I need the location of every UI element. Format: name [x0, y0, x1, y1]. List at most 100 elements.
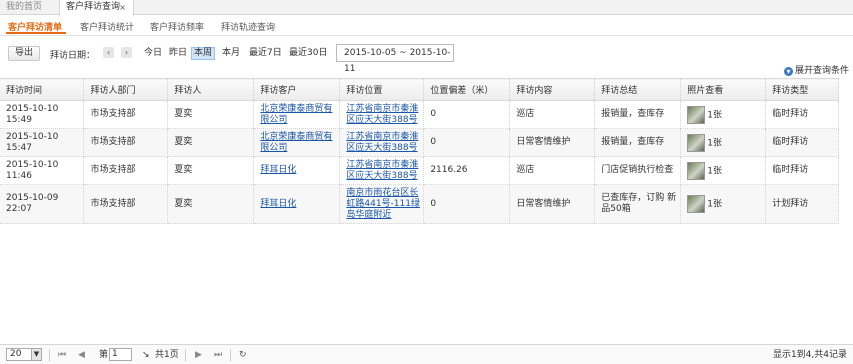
cell-photos[interactable]: 1张	[680, 184, 767, 224]
cell-dept: 市场支持部	[83, 100, 169, 129]
col-content[interactable]: 拜访内容	[509, 78, 596, 101]
last-page-icon[interactable]: ⏭	[214, 350, 222, 360]
cell-deviation: 0	[423, 128, 511, 157]
cell-summary: 报销量，查库存	[594, 100, 682, 129]
visit-table: 拜访时间 拜访人部门 拜访人 拜访客户 拜访位置 位置偏差（米） 拜访内容 拜访…	[0, 78, 839, 224]
col-deviation[interactable]: 位置偏差（米）	[423, 78, 511, 101]
customer-link[interactable]: 拜耳日化	[260, 199, 296, 209]
page-total: 共1页	[155, 350, 179, 360]
page-number-input[interactable]: 1	[109, 348, 132, 361]
col-type[interactable]: 拜访类型	[765, 78, 839, 101]
col-photos[interactable]: 照片查看	[680, 78, 767, 101]
subtab-track-query[interactable]: 拜访轨迹查询	[221, 20, 275, 33]
tab-label: 客户拜访查询	[66, 2, 121, 12]
quick-today[interactable]: 今日	[142, 47, 164, 60]
cell-summary: 已查库存，订购 新品50箱	[594, 184, 682, 224]
cell-customer: 北京荣康泰商贸有 限公司	[253, 100, 341, 129]
subtab-visit-frequency[interactable]: 客户拜访频率	[150, 20, 204, 33]
col-dept[interactable]: 拜访人部门	[83, 78, 169, 101]
chevron-down-icon[interactable]: ▼	[31, 349, 41, 360]
col-visit-time[interactable]: 拜访时间	[0, 78, 85, 101]
col-summary[interactable]: 拜访总结	[594, 78, 682, 101]
next-period-button[interactable]: ›	[121, 47, 132, 58]
cell-deviation: 2116.26	[423, 156, 511, 185]
quick-this-month[interactable]: 本月	[220, 47, 242, 60]
expand-icon: ▾	[783, 67, 793, 76]
photo-thumbnail[interactable]	[687, 195, 706, 213]
go-page-icon[interactable]: ↘	[142, 350, 150, 360]
cell-time: 2015-10-10 15:49	[0, 100, 85, 129]
photo-thumbnail[interactable]	[687, 105, 706, 124]
visit-date-label: 拜访日期：	[50, 51, 96, 61]
export-button[interactable]: 导出	[8, 46, 40, 61]
subtab-visit-stats[interactable]: 客户拜访统计	[80, 20, 134, 33]
pager-divider	[185, 349, 186, 361]
cell-time: 2015-10-09 22:07	[0, 184, 85, 224]
table-header-row: 拜访时间 拜访人部门 拜访人 拜访客户 拜访位置 位置偏差（米） 拜访内容 拜访…	[0, 78, 839, 101]
quick-last-7-days[interactable]: 最近7日	[247, 47, 284, 60]
location-link[interactable]: 江苏省南京市秦淮 区应天大街388号	[346, 160, 418, 181]
cell-location: 南京市雨花台区长 虹路441号-111绿 岛华庭附近	[339, 184, 425, 224]
cell-content: 日常客情维护	[509, 128, 596, 157]
table-row[interactable]: 2015-10-10 15:49 市场支持部 夏奕 北京荣康泰商贸有 限公司 江苏…	[0, 100, 839, 129]
cell-deviation: 0	[423, 100, 511, 129]
customer-link[interactable]: 北京荣康泰商贸有 限公司	[260, 132, 332, 153]
page-size-value: 20	[10, 349, 22, 359]
cell-person: 夏奕	[167, 184, 255, 224]
next-page-icon[interactable]: ▶	[195, 350, 202, 360]
location-link[interactable]: 南京市雨花台区长 虹路441号-111绿 岛华庭附近	[346, 188, 420, 220]
cell-time: 2015-10-10 15:47	[0, 128, 85, 157]
location-link[interactable]: 江苏省南京市秦淮 区应天大街388号	[346, 132, 418, 153]
cell-location: 江苏省南京市秦淮 区应天大街388号	[339, 128, 425, 157]
cell-content: 日常客情维护	[509, 184, 596, 224]
window-tab-bar: 我的首页 客户拜访查询 ×	[0, 0, 853, 16]
prev-page-icon[interactable]: ◀	[78, 350, 85, 360]
col-location[interactable]: 拜访位置	[339, 78, 425, 101]
tab-home[interactable]: 我的首页	[0, 0, 58, 15]
cell-summary: 报销量，查库存	[594, 128, 682, 157]
cell-photos[interactable]: 1张	[680, 100, 767, 129]
cell-type: 计划拜访	[765, 184, 839, 224]
cell-dept: 市场支持部	[83, 156, 169, 185]
cell-person: 夏奕	[167, 128, 255, 157]
cell-deviation: 0	[423, 184, 511, 224]
customer-link[interactable]: 拜耳日化	[260, 165, 296, 175]
cell-dept: 市场支持部	[83, 184, 169, 224]
table-row[interactable]: 2015-10-09 22:07 市场支持部 夏奕 拜耳日化 南京市雨花台区长虹…	[0, 184, 839, 224]
cell-person: 夏奕	[167, 156, 255, 185]
table-row[interactable]: 2015-10-10 15:47 市场支持部 夏奕 北京荣康泰商贸有 限公司 江苏…	[0, 128, 839, 157]
cell-photos[interactable]: 1张	[680, 156, 767, 185]
cell-location: 江苏省南京市秦淮 区应天大街388号	[339, 100, 425, 129]
quick-yesterday[interactable]: 昨日	[167, 47, 189, 60]
records-summary: 显示1到4,共4记录	[772, 350, 847, 360]
photo-thumbnail[interactable]	[687, 161, 706, 180]
active-tab-indicator	[6, 32, 66, 34]
cell-type: 临时拜访	[765, 100, 839, 129]
cell-time: 2015-10-10 11:46	[0, 156, 85, 185]
quick-this-week[interactable]: 本周	[191, 47, 216, 60]
refresh-icon[interactable]: ↻	[239, 350, 247, 360]
table-row[interactable]: 2015-10-10 11:46 市场支持部 夏奕 拜耳日化 江苏省南京市秦淮区…	[0, 156, 839, 185]
close-icon[interactable]: ×	[119, 0, 126, 15]
cell-type: 临时拜访	[765, 156, 839, 185]
customer-link[interactable]: 北京荣康泰商贸有 限公司	[260, 104, 332, 125]
tab-customer-visit-query[interactable]: 客户拜访查询 ×	[59, 0, 134, 16]
cell-dept: 市场支持部	[83, 128, 169, 157]
col-visitor[interactable]: 拜访人	[167, 78, 255, 101]
prev-period-button[interactable]: ‹	[103, 47, 114, 58]
cell-customer: 拜耳日化	[253, 184, 341, 224]
pager-divider	[49, 349, 50, 361]
cell-content: 巡店	[509, 156, 596, 185]
first-page-icon[interactable]: ⏮	[58, 350, 66, 360]
cell-photos[interactable]: 1张	[680, 128, 767, 157]
date-range-input[interactable]: 2015-10-05 ~ 2015-10-11	[336, 44, 454, 74]
col-customer[interactable]: 拜访客户	[253, 78, 341, 101]
photo-thumbnail[interactable]	[687, 133, 706, 152]
cell-content: 巡店	[509, 100, 596, 129]
expand-query-conditions[interactable]: ▾ 展开查询条件	[783, 65, 849, 77]
page-size-select[interactable]: 20 ▼	[6, 348, 42, 361]
quick-last-30-days[interactable]: 最近30日	[287, 47, 329, 60]
location-link[interactable]: 江苏省南京市秦淮 区应天大街388号	[346, 104, 418, 125]
pager-divider	[230, 349, 231, 361]
cell-person: 夏奕	[167, 100, 255, 129]
